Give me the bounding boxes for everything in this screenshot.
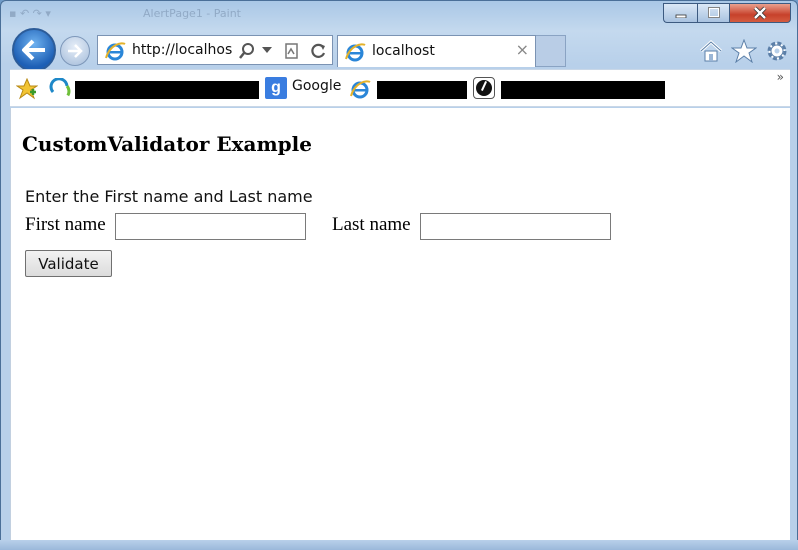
redacted-favorite-link[interactable] xyxy=(75,81,259,99)
validate-button[interactable]: Validate xyxy=(25,250,112,277)
first-name-label: First name xyxy=(25,214,106,235)
maximize-icon xyxy=(707,7,720,18)
ie-logo-icon xyxy=(345,43,366,62)
browser-window: ▪ ↶ ↷ ▾ AlertPage1 - Paint http://localh… xyxy=(0,0,798,550)
ie-logo-icon xyxy=(105,42,126,61)
suggested-sites-icon[interactable] xyxy=(49,78,71,100)
redacted-favorite-link[interactable] xyxy=(377,81,467,99)
window-title: AlertPage1 - Paint xyxy=(143,7,241,20)
instruction-text: Enter the First name and Last name xyxy=(25,187,313,206)
home-button[interactable] xyxy=(698,38,724,64)
minimize-button[interactable] xyxy=(663,3,697,23)
tools-button[interactable] xyxy=(764,38,790,64)
title-bar-quick-icons: ▪ ↶ ↷ ▾ xyxy=(9,7,51,20)
back-arrow-icon xyxy=(22,39,45,61)
forward-arrow-icon xyxy=(68,44,83,58)
ie-page-icon xyxy=(350,80,371,99)
tab-close-icon[interactable]: × xyxy=(516,40,529,59)
last-name-input[interactable] xyxy=(420,213,611,240)
close-window-button[interactable] xyxy=(729,3,791,23)
site-favicon-icon xyxy=(473,77,495,99)
page-heading: CustomValidator Example xyxy=(22,132,312,156)
star-icon xyxy=(731,39,757,63)
close-icon xyxy=(753,6,767,20)
gear-icon xyxy=(767,41,787,61)
page-content: CustomValidator Example Enter the First … xyxy=(10,108,790,541)
favorites-more-chevron[interactable]: » xyxy=(777,70,784,84)
address-bar[interactable]: http://localhos xyxy=(97,35,333,65)
new-tab-button[interactable] xyxy=(536,35,566,67)
window-bottom-border xyxy=(0,540,798,550)
maximize-button[interactable] xyxy=(697,3,729,23)
add-favorite-star-icon[interactable] xyxy=(16,78,38,100)
google-icon: g xyxy=(265,77,287,99)
first-name-input[interactable] xyxy=(115,213,306,240)
home-icon xyxy=(699,39,723,62)
tab-title: localhost xyxy=(372,43,435,59)
tab-localhost[interactable]: localhost × xyxy=(337,35,536,67)
refresh-icon[interactable] xyxy=(308,41,328,61)
minimize-icon xyxy=(675,14,686,18)
redacted-favorite-link[interactable] xyxy=(501,81,665,99)
compatibility-view-icon[interactable] xyxy=(284,42,300,60)
favorite-google-link[interactable]: Google xyxy=(292,78,341,94)
dropdown-arrow-icon[interactable] xyxy=(262,46,272,54)
last-name-label: Last name xyxy=(332,214,411,235)
search-icon[interactable] xyxy=(238,42,256,60)
back-button[interactable] xyxy=(12,28,56,72)
favorites-button[interactable] xyxy=(731,38,757,64)
forward-button[interactable] xyxy=(60,36,90,66)
favorites-bar: g Google » xyxy=(10,69,790,107)
address-url[interactable]: http://localhos xyxy=(132,42,232,58)
